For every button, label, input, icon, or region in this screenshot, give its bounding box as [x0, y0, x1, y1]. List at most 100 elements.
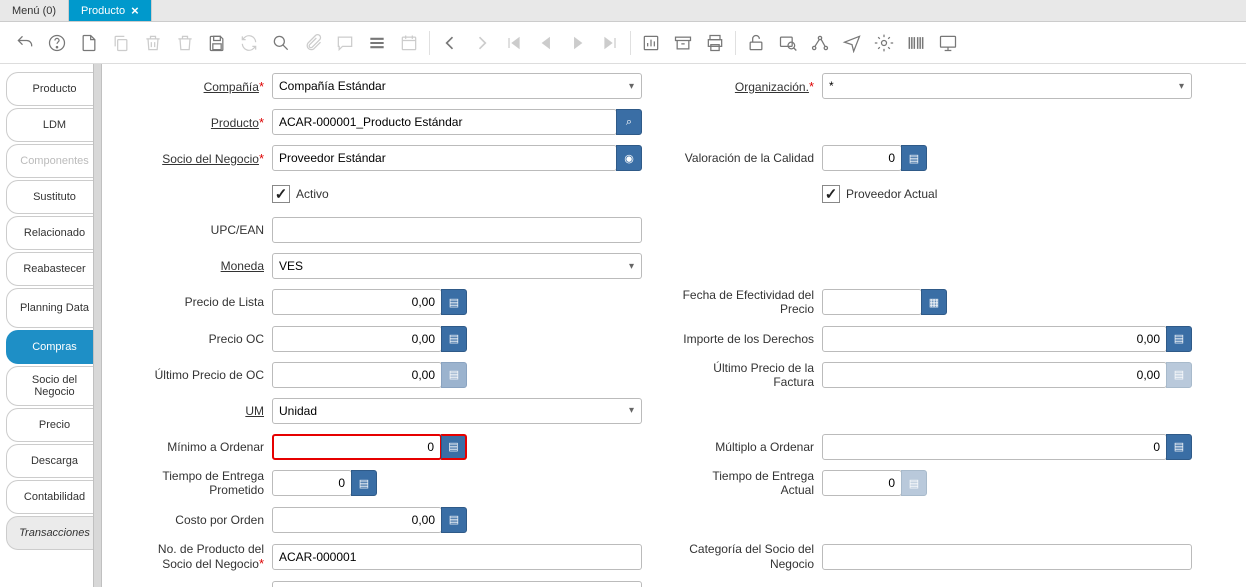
lock-button[interactable] [741, 28, 771, 58]
um-input[interactable] [272, 398, 623, 424]
find-button[interactable] [266, 28, 296, 58]
side-tab-contabilidad[interactable]: Contabilidad [6, 480, 102, 514]
calculator-icon: ▤ [1174, 332, 1184, 345]
producto-input[interactable] [272, 109, 617, 135]
side-tab-compras[interactable]: Compras [6, 330, 102, 364]
side-tab-socio-negocio[interactable]: Socio del Negocio [6, 366, 102, 406]
copy-button[interactable] [106, 28, 136, 58]
proveedor-actual-label: Proveedor Actual [846, 187, 937, 201]
producto-search-button[interactable]: ⌕ [616, 109, 642, 135]
label-ultimo-precio-factura: Último Precio de la Factura [682, 361, 822, 389]
first-record-button[interactable] [499, 28, 529, 58]
label-um: UM [132, 404, 272, 418]
activo-checkbox[interactable] [272, 185, 290, 203]
side-tab-transacciones[interactable]: Transacciones [6, 516, 102, 550]
moneda-input[interactable] [272, 253, 623, 279]
valoracion-calc-button[interactable]: ▤ [901, 145, 927, 171]
proveedor-actual-checkbox[interactable] [822, 185, 840, 203]
window-tab-menu[interactable]: Menú (0) [0, 0, 69, 21]
history-button[interactable] [394, 28, 424, 58]
detail-record-button[interactable] [467, 28, 497, 58]
window-tab-producto[interactable]: Producto × [69, 0, 152, 21]
save-button[interactable] [202, 28, 232, 58]
side-tab-componentes[interactable]: Componentes [6, 144, 102, 178]
report-button[interactable] [636, 28, 666, 58]
tiempo-prometido-input[interactable] [272, 470, 352, 496]
no-producto-socio-input[interactable] [272, 544, 642, 570]
request-button[interactable] [837, 28, 867, 58]
chat-button[interactable] [330, 28, 360, 58]
next-record-button[interactable] [563, 28, 593, 58]
label-precio-lista: Precio de Lista [132, 295, 272, 309]
valoracion-calidad-input[interactable] [822, 145, 902, 171]
tiempo-prom-calc-button[interactable]: ▤ [351, 470, 377, 496]
precio-oc-calc-button[interactable]: ▤ [441, 326, 467, 352]
help-button[interactable] [42, 28, 72, 58]
compania-input[interactable] [272, 73, 623, 99]
ultimo-precio-oc-input[interactable] [272, 362, 442, 388]
minimo-ordenar-input[interactable] [272, 434, 442, 460]
organizacion-dropdown-button[interactable] [1172, 73, 1192, 99]
print-button[interactable] [700, 28, 730, 58]
ultimo-precio-factura-input[interactable] [822, 362, 1167, 388]
last-record-button[interactable] [595, 28, 625, 58]
um-dropdown-button[interactable] [622, 398, 642, 424]
new-button[interactable] [74, 28, 104, 58]
calculator-icon: ▤ [359, 477, 369, 490]
side-tab-planning-data[interactable]: Planning Data [6, 288, 102, 328]
manufactura-input[interactable] [272, 581, 642, 587]
barcode-button[interactable] [901, 28, 931, 58]
categoria-socio-input[interactable] [822, 544, 1192, 570]
importe-calc-button[interactable]: ▤ [1166, 326, 1192, 352]
calculator-icon: ▤ [449, 368, 459, 381]
multiplo-calc-button[interactable]: ▤ [1166, 434, 1192, 460]
costo-orden-input[interactable] [272, 507, 442, 533]
workflow-button[interactable] [805, 28, 835, 58]
fecha-efectividad-input[interactable] [822, 289, 922, 315]
zoom-across-button[interactable] [773, 28, 803, 58]
side-tab-reabastecer[interactable]: Reabastecer [6, 252, 102, 286]
previous-record-button[interactable] [531, 28, 561, 58]
multiplo-ordenar-input[interactable] [822, 434, 1167, 460]
undo-button[interactable] [10, 28, 40, 58]
side-tab-descarga[interactable]: Descarga [6, 444, 102, 478]
costo-calc-button[interactable]: ▤ [441, 507, 467, 533]
calendar-icon: ▦ [929, 296, 939, 309]
side-tab-relacionado[interactable]: Relacionado [6, 216, 102, 250]
ultimo-factura-calc-button[interactable]: ▤ [1166, 362, 1192, 388]
side-tab-ldm[interactable]: LDM [6, 108, 102, 142]
minimo-calc-button[interactable]: ▤ [441, 434, 467, 460]
compania-dropdown-button[interactable] [622, 73, 642, 99]
precio-lista-calc-button[interactable]: ▤ [441, 289, 467, 315]
presentation-button[interactable] [933, 28, 963, 58]
calculator-icon: ▤ [449, 513, 459, 526]
window-tabs: Menú (0) Producto × [0, 0, 1246, 22]
socio-negocio-search-button[interactable]: ◉ [616, 145, 642, 171]
importe-derechos-input[interactable] [822, 326, 1167, 352]
organizacion-input[interactable] [822, 73, 1173, 99]
side-tab-precio[interactable]: Precio [6, 408, 102, 442]
ultimo-precio-oc-calc-button[interactable]: ▤ [441, 362, 467, 388]
grid-toggle-button[interactable] [362, 28, 392, 58]
precio-lista-input[interactable] [272, 289, 442, 315]
side-tab-sustituto[interactable]: Sustituto [6, 180, 102, 214]
product-info-button[interactable] [869, 28, 899, 58]
delete-button[interactable] [138, 28, 168, 58]
label-minimo-ordenar: Mínimo a Ordenar [132, 440, 272, 454]
calculator-icon: ▤ [909, 477, 919, 490]
moneda-dropdown-button[interactable] [622, 253, 642, 279]
fecha-calendar-button[interactable]: ▦ [921, 289, 947, 315]
attachment-button[interactable] [298, 28, 328, 58]
archive-button[interactable] [668, 28, 698, 58]
socio-negocio-input[interactable] [272, 145, 617, 171]
label-precio-oc: Precio OC [132, 332, 272, 346]
parent-record-button[interactable] [435, 28, 465, 58]
precio-oc-input[interactable] [272, 326, 442, 352]
delete-selection-button[interactable] [170, 28, 200, 58]
tiempo-actual-calc-button[interactable]: ▤ [901, 470, 927, 496]
upc-ean-input[interactable] [272, 217, 642, 243]
refresh-button[interactable] [234, 28, 264, 58]
close-icon[interactable]: × [131, 3, 139, 18]
tiempo-actual-input[interactable] [822, 470, 902, 496]
side-tab-producto[interactable]: Producto [6, 72, 102, 106]
